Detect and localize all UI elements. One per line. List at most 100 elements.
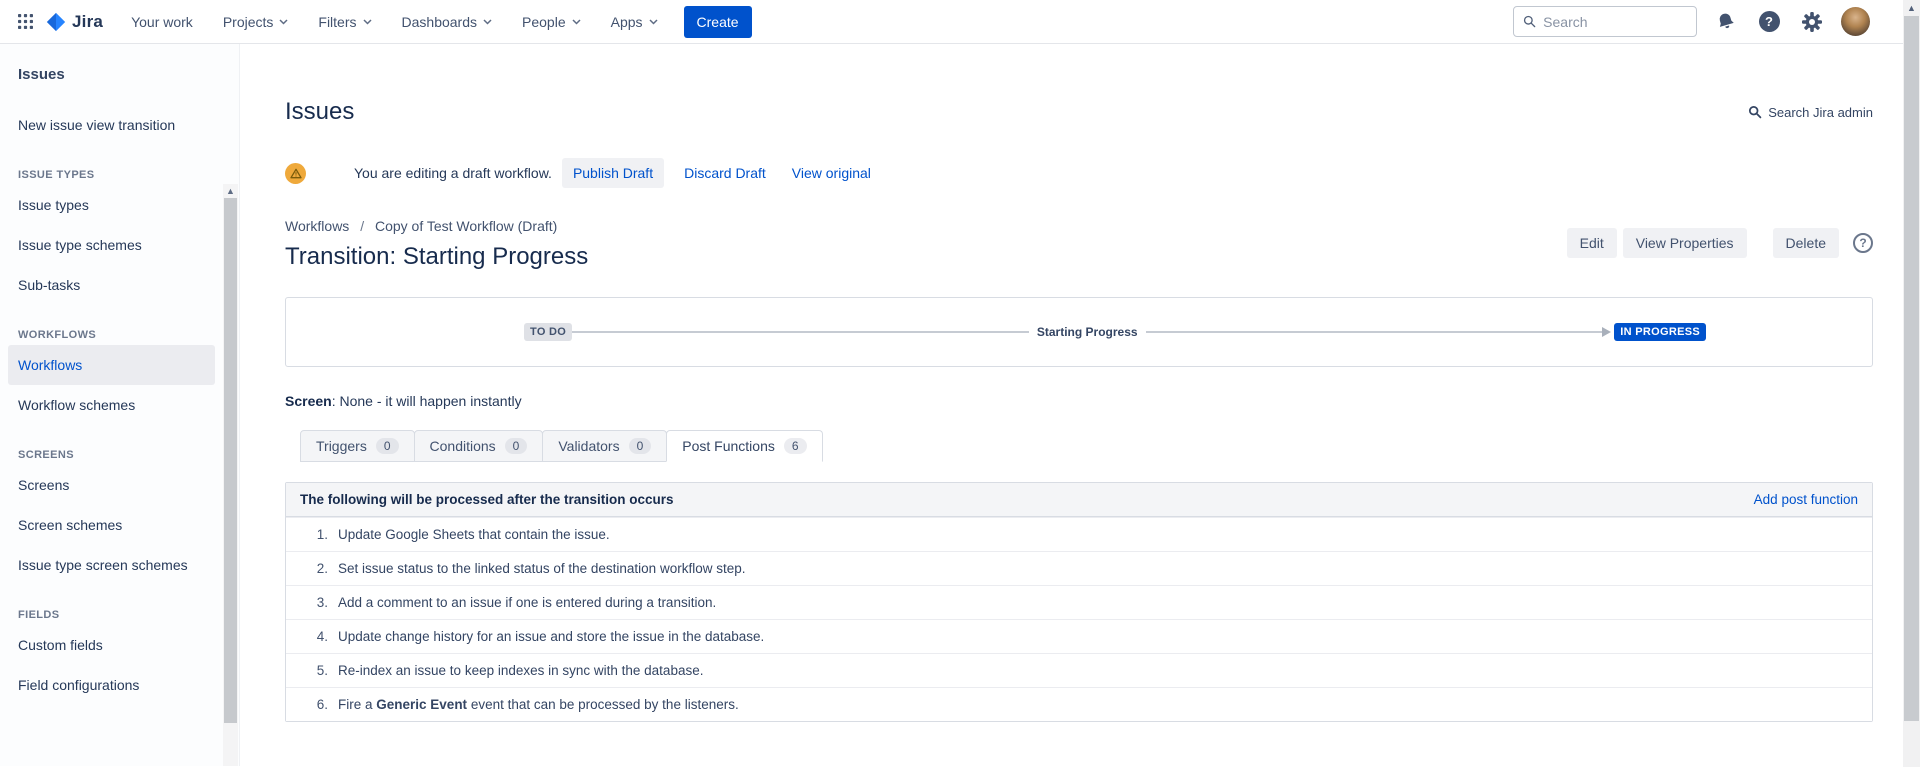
jira-logo-text: Jira xyxy=(72,12,103,32)
view-properties-button[interactable]: View Properties xyxy=(1623,228,1747,258)
arrowhead-icon xyxy=(1602,327,1611,337)
post-function-row: 3. Add a comment to an issue if one is e… xyxy=(286,585,1872,619)
transition-line xyxy=(1146,331,1603,333)
topbar-right-controls: ? xyxy=(1513,6,1870,37)
screen-note-label: Screen xyxy=(285,393,332,409)
question-circle-icon: ? xyxy=(1759,11,1780,32)
chevron-down-icon xyxy=(363,19,372,25)
publish-draft-button[interactable]: Publish Draft xyxy=(562,158,664,188)
sidebar-item-screen-schemes[interactable]: Screen schemes xyxy=(8,505,215,545)
sidebar-section-issue-types: ISSUE TYPES xyxy=(0,145,239,185)
post-function-row: 1. Update Google Sheets that contain the… xyxy=(286,517,1872,551)
nav-projects[interactable]: Projects xyxy=(223,14,289,30)
jira-logo-icon xyxy=(45,11,67,33)
tab-triggers[interactable]: Triggers 0 xyxy=(300,430,415,462)
edit-button[interactable]: Edit xyxy=(1567,228,1617,258)
transition-diagram: TO DO Starting Progress IN PROGRESS xyxy=(285,297,1873,367)
primary-nav: Your work Projects Filters Dashboards Pe… xyxy=(131,14,657,30)
jira-logo[interactable]: Jira xyxy=(45,11,103,33)
sidebar-section-workflows: WORKFLOWS xyxy=(0,305,239,345)
sidebar-scrollbar-thumb[interactable] xyxy=(224,198,237,723)
global-search[interactable] xyxy=(1513,6,1697,37)
transition-tabs: Triggers 0 Conditions 0 Validators 0 Pos… xyxy=(285,430,1873,462)
sidebar-scrollbar-up-arrow[interactable]: ▲ xyxy=(223,184,238,198)
tab-count-badge: 6 xyxy=(784,438,807,454)
search-icon xyxy=(1523,14,1536,29)
help-button[interactable]: ? xyxy=(1755,8,1783,36)
breadcrumb-separator: / xyxy=(360,218,364,234)
status-badge-in-progress: IN PROGRESS xyxy=(1614,323,1706,341)
sidebar-scrollbar[interactable]: ▲ xyxy=(223,184,238,766)
tab-validators[interactable]: Validators 0 xyxy=(542,430,667,462)
search-jira-admin-link[interactable]: Search Jira admin xyxy=(1748,105,1873,120)
chevron-down-icon xyxy=(649,19,658,25)
post-function-row: 4. Update change history for an issue an… xyxy=(286,619,1872,653)
post-functions-panel: The following will be processed after th… xyxy=(285,482,1873,722)
sidebar-nav: New issue view transition ISSUE TYPES Is… xyxy=(0,105,239,705)
breadcrumb-workflows-link[interactable]: Workflows xyxy=(285,218,349,234)
page-title: Issues xyxy=(285,96,354,128)
post-function-row: 2. Set issue status to the linked status… xyxy=(286,551,1872,585)
post-function-row: 6. Fire a Generic Event event that can b… xyxy=(286,687,1872,721)
view-original-link[interactable]: View original xyxy=(792,165,871,181)
transition-line xyxy=(572,331,1029,333)
search-input[interactable] xyxy=(1543,14,1687,30)
draft-workflow-banner: You are editing a draft workflow. Publis… xyxy=(285,158,1873,188)
nav-apps[interactable]: Apps xyxy=(611,14,658,30)
draft-banner-message: You are editing a draft workflow. xyxy=(354,165,552,181)
user-avatar[interactable] xyxy=(1841,7,1870,36)
sidebar-item-workflow-schemes[interactable]: Workflow schemes xyxy=(8,385,215,425)
nav-your-work[interactable]: Your work xyxy=(131,14,193,30)
add-post-function-link[interactable]: Add post function xyxy=(1754,492,1858,507)
warning-triangle-icon xyxy=(285,163,306,184)
screen-note: Screen: None - it will happen instantly xyxy=(285,393,1873,409)
screen-note-text: : None - it will happen instantly xyxy=(332,393,522,409)
notifications-button[interactable] xyxy=(1712,8,1740,36)
sidebar-item-custom-fields[interactable]: Custom fields xyxy=(8,625,215,665)
bell-icon xyxy=(1714,9,1739,34)
tab-post-functions[interactable]: Post Functions 6 xyxy=(666,430,822,462)
sidebar-item-sub-tasks[interactable]: Sub-tasks xyxy=(8,265,215,305)
page-scrollbar-up-arrow[interactable]: ▲ xyxy=(1903,0,1920,16)
page-body: Issues New issue view transition ISSUE T… xyxy=(0,44,1920,766)
chevron-down-icon xyxy=(279,19,288,25)
sidebar-item-field-configurations[interactable]: Field configurations xyxy=(8,665,215,705)
sidebar-item-workflows[interactable]: Workflows xyxy=(8,345,215,385)
sidebar-item-screens[interactable]: Screens xyxy=(8,465,215,505)
nav-filters[interactable]: Filters xyxy=(318,14,371,30)
nav-dashboards[interactable]: Dashboards xyxy=(402,14,493,30)
gear-icon xyxy=(1801,11,1823,33)
search-icon xyxy=(1748,105,1762,119)
status-badge-to-do: TO DO xyxy=(524,323,572,341)
page-scrollbar[interactable]: ▲ xyxy=(1903,0,1920,767)
sidebar-item-issue-type-schemes[interactable]: Issue type schemes xyxy=(8,225,215,265)
tab-conditions[interactable]: Conditions 0 xyxy=(414,430,544,462)
sidebar-item-issue-types[interactable]: Issue types xyxy=(8,185,215,225)
chevron-down-icon xyxy=(483,19,492,25)
settings-button[interactable] xyxy=(1798,8,1826,36)
transition-label: Starting Progress xyxy=(1037,325,1138,339)
app-switcher-grid-icon[interactable] xyxy=(14,10,37,33)
sidebar-section-fields: FIELDS xyxy=(0,585,239,625)
delete-button[interactable]: Delete xyxy=(1773,228,1839,258)
nav-people[interactable]: People xyxy=(522,14,581,30)
main-content: Issues Search Jira admin You are editing… xyxy=(240,44,1920,766)
sidebar-title: Issues xyxy=(0,66,239,83)
discard-draft-link[interactable]: Discard Draft xyxy=(684,165,766,181)
tab-count-badge: 0 xyxy=(505,438,528,454)
grid-icon xyxy=(18,14,33,29)
tab-count-badge: 0 xyxy=(376,438,399,454)
page-scrollbar-thumb[interactable] xyxy=(1904,16,1919,721)
sidebar-section-screens: SCREENS xyxy=(0,425,239,465)
post-functions-header: The following will be processed after th… xyxy=(300,492,674,507)
sidebar-item-new-issue-view-transition[interactable]: New issue view transition xyxy=(8,105,215,145)
post-function-row: 5. Re-index an issue to keep indexes in … xyxy=(286,653,1872,687)
tab-count-badge: 0 xyxy=(629,438,652,454)
transition-actions: Edit View Properties Delete ? xyxy=(1561,228,1873,258)
sidebar-item-issue-type-screen-schemes[interactable]: Issue type screen schemes xyxy=(8,545,215,585)
breadcrumb-current[interactable]: Copy of Test Workflow (Draft) xyxy=(375,218,557,234)
admin-sidebar: Issues New issue view transition ISSUE T… xyxy=(0,44,240,766)
create-button[interactable]: Create xyxy=(684,6,752,38)
top-navigation-bar: Jira Your work Projects Filters Dashboar… xyxy=(0,0,1920,44)
question-circle-outline-icon[interactable]: ? xyxy=(1853,233,1873,253)
